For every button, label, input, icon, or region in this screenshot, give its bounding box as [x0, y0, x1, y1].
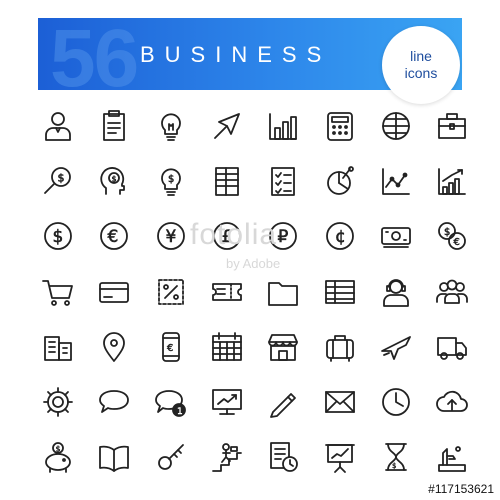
discount-coupon-icon — [153, 274, 189, 310]
banknote-icon — [378, 218, 414, 254]
pencil-icon — [265, 384, 301, 420]
svg-text:$: $ — [53, 227, 64, 247]
folder-icon — [265, 274, 301, 310]
shopping-cart-icon — [40, 274, 76, 310]
head-dollar-icon: $ — [96, 163, 132, 199]
icon-count: 56 — [50, 18, 139, 90]
piggy-bank-icon: $ — [40, 439, 76, 475]
airplane-icon — [378, 329, 414, 365]
envelope-icon — [322, 384, 358, 420]
pie-chart-icon — [322, 163, 358, 199]
key-icon — [153, 439, 189, 475]
watermark-brand: fotolia — [190, 218, 278, 251]
delivery-van-icon — [434, 329, 470, 365]
svg-text:¢: ¢ — [335, 227, 346, 247]
chat-bubble-icon — [96, 384, 132, 420]
svg-text:$: $ — [392, 462, 396, 470]
svg-text:$: $ — [444, 227, 450, 238]
svg-text:$: $ — [112, 175, 117, 184]
cloud-upload-icon — [434, 384, 470, 420]
message-notification-icon: 1 — [153, 384, 189, 420]
bulb-dollar-icon: $ — [153, 163, 189, 199]
line-chart-icon — [378, 163, 414, 199]
schedule-document-icon — [265, 439, 301, 475]
svg-text:₽: ₽ — [278, 227, 289, 247]
presentation-board-icon — [322, 439, 358, 475]
briefcase-icon — [434, 108, 470, 144]
stock-id: #117153621 — [428, 482, 494, 496]
cent-coin-icon: ¢ — [322, 218, 358, 254]
svg-text:$: $ — [56, 445, 61, 454]
clipboard-icon — [96, 108, 132, 144]
luggage-icon — [322, 329, 358, 365]
line-icons-badge: line icons — [382, 26, 460, 104]
svg-text:1: 1 — [177, 407, 183, 417]
office-building-icon — [40, 329, 76, 365]
badge-line-2: icons — [404, 65, 438, 81]
checklist-icon — [265, 163, 301, 199]
clock-icon — [378, 384, 414, 420]
storefront-icon — [265, 329, 301, 365]
career-ladder-icon — [209, 439, 245, 475]
presentation-monitor-icon — [209, 384, 245, 420]
svg-text:€: € — [108, 227, 119, 247]
open-book-icon — [96, 439, 132, 475]
search-dollar-icon: $ — [40, 163, 76, 199]
support-agent-icon — [378, 274, 414, 310]
calendar-icon — [209, 329, 245, 365]
yen-coin-icon: ¥ — [153, 218, 189, 254]
coins-exchange-icon: $ € — [434, 218, 470, 254]
ledger-table-icon — [209, 163, 245, 199]
cursor-arrow-icon — [209, 108, 245, 144]
svg-text:€: € — [167, 343, 173, 354]
badge-line-1: line — [410, 48, 432, 64]
credit-card-icon — [96, 274, 132, 310]
svg-text:$: $ — [168, 174, 174, 185]
award-hand-icon — [434, 439, 470, 475]
bar-chart-icon — [265, 108, 301, 144]
ticket-icon — [209, 274, 245, 310]
lightbulb-icon — [153, 108, 189, 144]
hourglass-money-icon: $ — [378, 439, 414, 475]
euro-coin-icon: € — [96, 218, 132, 254]
svg-text:¥: ¥ — [165, 227, 176, 247]
settings-gear-icon — [40, 384, 76, 420]
calculator-icon — [322, 108, 358, 144]
watermark-sub: by Adobe — [226, 256, 281, 271]
globe-icon — [378, 108, 414, 144]
growth-chart-icon — [434, 163, 470, 199]
svg-text:$: $ — [58, 172, 65, 185]
location-pin-icon — [96, 329, 132, 365]
svg-text:€: € — [454, 237, 460, 248]
team-icon — [434, 274, 470, 310]
mobile-payment-icon: € — [153, 329, 189, 365]
businessman-icon — [40, 108, 76, 144]
page-title: BUSINESS — [140, 42, 332, 67]
spreadsheet-icon — [322, 274, 358, 310]
dollar-coin-icon: $ — [40, 218, 76, 254]
